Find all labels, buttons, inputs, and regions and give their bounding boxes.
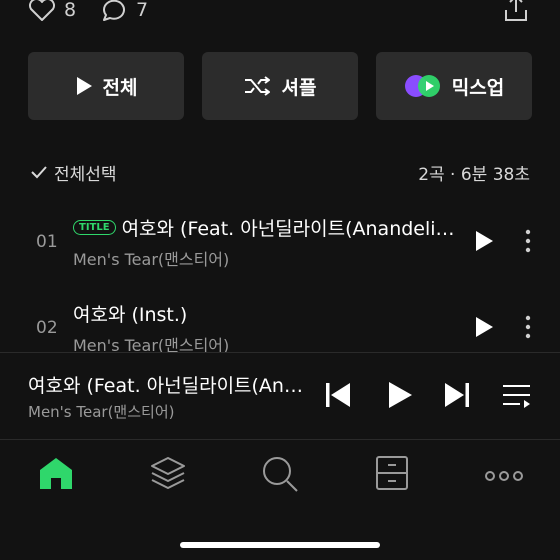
skip-previous-icon [326, 383, 350, 407]
track-more-button[interactable] [520, 228, 536, 258]
search-icon [263, 457, 298, 492]
playlist-icon [503, 385, 530, 408]
shuffle-button[interactable]: 셔플 [202, 52, 358, 120]
track-title: TITLE 여호와 (Feat. 아넌딜라이트(Anandelight)) [73, 214, 463, 241]
tab-more[interactable] [484, 467, 524, 486]
home-indicator [180, 542, 380, 548]
track-title-text: 여호와 (Inst.) [73, 304, 188, 326]
share-icon [505, 0, 527, 21]
home-icon [40, 458, 72, 489]
play-icon [389, 382, 412, 408]
library-icon [151, 457, 185, 489]
selection-row: 전체선택 2곡 · 6분 38초 [30, 160, 530, 185]
action-buttons: 전체 셔플 믹스업 [28, 52, 532, 120]
track-title-text: 여호와 (Feat. 아넌딜라이트(Anandelight)) [121, 218, 463, 240]
track-title: 여호와 (Inst.) [73, 300, 463, 327]
mixup-icon [404, 75, 440, 97]
share-button[interactable] [502, 0, 530, 26]
play-icon [476, 317, 493, 337]
more-vertical-icon [525, 315, 531, 339]
track-row[interactable]: 01 TITLE 여호와 (Feat. 아넌딜라이트(Anandelight))… [0, 206, 560, 280]
now-playing-artist: Men's Tear(맨스티어) [28, 403, 175, 421]
play-icon [476, 231, 493, 251]
select-all-button[interactable]: 전체선택 [30, 160, 117, 185]
heart-icon [28, 0, 56, 21]
stats-row: 8 7 [0, 0, 560, 24]
play-all-button[interactable]: 전체 [28, 52, 184, 120]
comment-count: 7 [136, 0, 149, 21]
track-summary: 2곡 · 6분 38초 [418, 164, 530, 185]
track-play-button[interactable] [474, 230, 494, 256]
shuffle-label: 셔플 [281, 76, 317, 99]
tab-search[interactable] [261, 455, 299, 497]
more-icon [485, 471, 523, 481]
shuffle-icon [244, 76, 270, 96]
tab-storage[interactable] [375, 455, 409, 495]
play-all-label: 전체 [102, 76, 138, 99]
like-button[interactable]: 8 [28, 0, 76, 22]
more-vertical-icon [525, 229, 531, 253]
play-icon [76, 77, 92, 95]
previous-button[interactable] [325, 381, 351, 413]
tab-home[interactable] [37, 455, 75, 495]
check-icon [31, 166, 47, 179]
track-number: 02 [36, 318, 58, 338]
track-play-button[interactable] [474, 316, 494, 342]
tab-library[interactable] [149, 455, 187, 495]
now-playing-title: 여호와 (Feat. 아넌딜라이트(Anandelight)) [28, 375, 308, 397]
storage-icon [376, 456, 408, 490]
mini-player[interactable]: 여호와 (Feat. 아넌딜라이트(Anandelight)) Men's Te… [0, 352, 560, 440]
playlist-button[interactable] [502, 383, 532, 413]
comment-button[interactable]: 7 [100, 0, 148, 22]
title-badge: TITLE [73, 220, 116, 235]
select-all-label: 전체선택 [54, 164, 117, 185]
next-button[interactable] [444, 381, 470, 413]
track-number: 01 [36, 232, 58, 252]
mix-up-button[interactable]: 믹스업 [376, 52, 532, 120]
mix-up-label: 믹스업 [451, 76, 505, 99]
play-button[interactable] [387, 381, 413, 413]
track-artist: Men's Tear(맨스티어) [73, 250, 230, 269]
like-count: 8 [64, 0, 77, 21]
track-more-button[interactable] [520, 314, 536, 344]
skip-next-icon [445, 383, 469, 407]
comment-icon [102, 0, 125, 21]
